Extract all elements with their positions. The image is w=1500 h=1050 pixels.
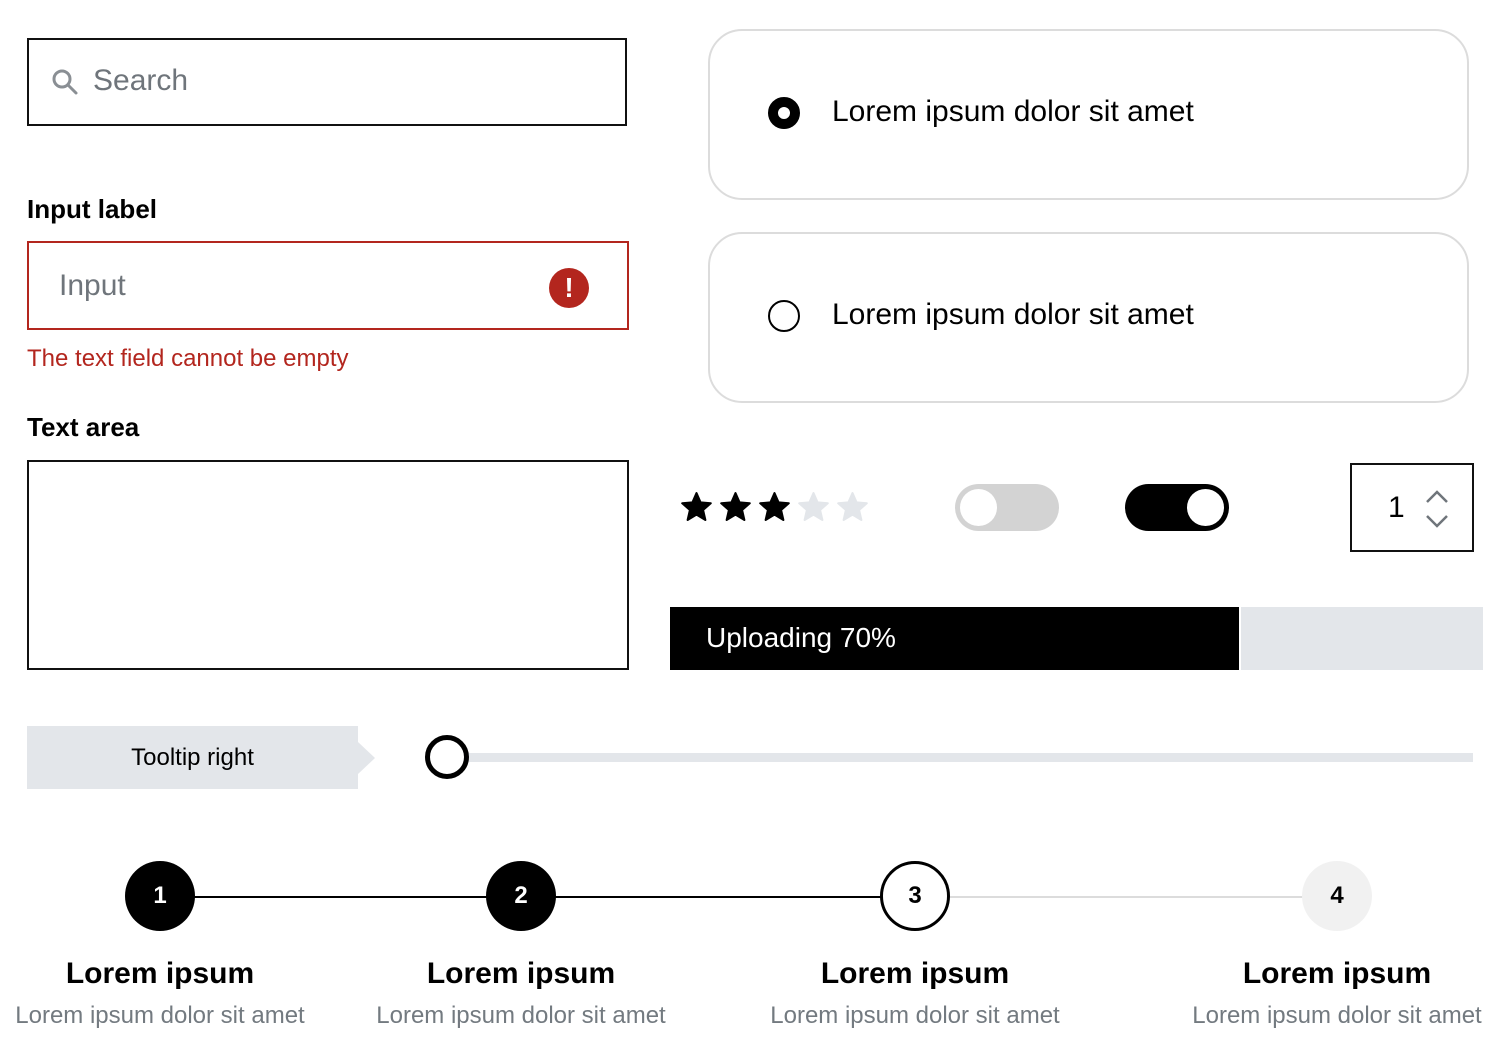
error-message: The text field cannot be empty (27, 345, 349, 372)
star-empty-icon[interactable] (836, 491, 869, 524)
progress-label: Uploading 70% (706, 622, 896, 653)
textarea-label: Text area (27, 412, 140, 442)
text-input[interactable]: Input ! (27, 241, 629, 330)
search-placeholder: Search (93, 64, 189, 97)
toggle-on[interactable] (1125, 484, 1229, 531)
radio-checked-icon[interactable] (768, 97, 800, 129)
step-title: Lorem ipsum (426, 957, 616, 990)
search-input[interactable]: Search (27, 38, 627, 126)
tooltip-text: Tooltip right (131, 744, 254, 771)
step-1-indicator[interactable]: 1 (125, 861, 195, 931)
step-description: Lorem ipsum dolor sit amet (376, 1002, 666, 1029)
step-description: Lorem ipsum dolor sit amet (770, 1002, 1060, 1029)
input-label: Input label (27, 194, 157, 224)
tooltip: Tooltip right (27, 726, 375, 789)
slider-thumb[interactable] (425, 735, 469, 779)
toggle-knob (960, 489, 997, 526)
chevron-down-icon[interactable] (1424, 513, 1450, 529)
step-title: Lorem ipsum (820, 957, 1010, 990)
step-connector (915, 896, 1337, 898)
step-description: Lorem ipsum dolor sit amet (15, 1002, 305, 1029)
star-filled-icon[interactable] (719, 491, 752, 524)
radio-unchecked-icon[interactable] (768, 300, 800, 332)
step-3-indicator[interactable]: 3 (880, 861, 950, 931)
step-description: Lorem ipsum dolor sit amet (1192, 1002, 1482, 1029)
radio-label: Lorem ipsum dolor sit amet (832, 298, 1194, 331)
star-rating[interactable] (680, 491, 869, 524)
stepper-value: 1 (1388, 491, 1405, 524)
toggle-off[interactable] (955, 484, 1059, 531)
star-filled-icon[interactable] (680, 491, 713, 524)
step-connector (521, 896, 915, 898)
radio-label: Lorem ipsum dolor sit amet (832, 95, 1194, 128)
toggle-knob (1187, 489, 1224, 526)
input-placeholder: Input (59, 269, 126, 302)
step-2-indicator[interactable]: 2 (486, 861, 556, 931)
star-empty-icon[interactable] (797, 491, 830, 524)
upload-progress-bar: Uploading 70% (670, 607, 1483, 670)
step-title: Lorem ipsum (65, 957, 255, 990)
step-title: Lorem ipsum (1242, 957, 1432, 990)
error-icon: ! (549, 268, 589, 308)
quantity-stepper[interactable]: 1 (1350, 463, 1474, 552)
star-filled-icon[interactable] (758, 491, 791, 524)
text-area[interactable] (27, 460, 629, 670)
radio-card-2[interactable]: Lorem ipsum dolor sit amet (708, 232, 1469, 403)
slider-track[interactable] (447, 753, 1473, 762)
tooltip-arrow (358, 742, 375, 774)
radio-card-1[interactable]: Lorem ipsum dolor sit amet (708, 29, 1469, 200)
search-icon (52, 69, 78, 95)
chevron-up-icon[interactable] (1424, 489, 1450, 505)
step-4-indicator[interactable]: 4 (1302, 861, 1372, 931)
step-connector (160, 896, 521, 898)
